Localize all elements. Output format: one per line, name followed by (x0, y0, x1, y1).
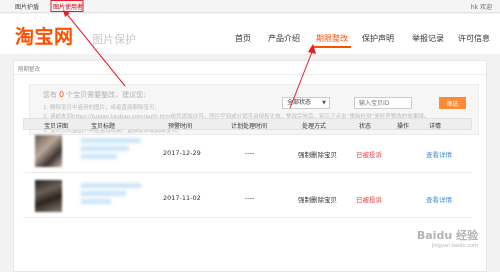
item-thumbnail[interactable] (35, 135, 62, 167)
col-plan-time: 计划处理时间 (231, 123, 268, 130)
notice-prefix: 您有 (43, 91, 57, 99)
nav-license-info[interactable]: 许可信息 (458, 33, 490, 44)
rectify-count: 0 (59, 90, 65, 99)
status-select-value: 全部状态 (287, 99, 312, 106)
status-select[interactable]: 全部状态 ▼ (282, 97, 330, 109)
top-user-greeting: hk 欢迎 (470, 4, 492, 11)
col-warn-time: 预警时间 (168, 123, 193, 130)
nav-report-records[interactable]: 举报记录 (412, 33, 444, 44)
status-badge: 已被投诉 (356, 196, 382, 204)
col-item-title: 宝贝标题 (91, 123, 116, 130)
col-method: 处理方式 (302, 123, 327, 130)
chevron-down-icon: ▼ (322, 100, 326, 106)
top-link-image-shield[interactable]: 图片护盾 (15, 2, 39, 11)
notice-suffix: 个宝贝需要整改，建议您: (66, 91, 146, 99)
item-thumbnail[interactable] (35, 180, 62, 212)
panel-title: 限期整改 (18, 67, 41, 73)
col-status: 状态 (359, 123, 372, 130)
table-row: 2017-12-29 ---- 强制删除宝贝 已被投诉 查看详情 (23, 130, 472, 173)
table-header: 宝贝详图 宝贝标题 预警时间 计划处理时间 处理方式 状态 操作 详情 (23, 118, 472, 130)
taobao-logo[interactable]: 淘宝网 (15, 22, 74, 49)
item-title-blurred[interactable] (81, 138, 141, 160)
plan-time: ---- (245, 149, 255, 157)
top-link-image-user[interactable]: 图片使用者 (53, 2, 83, 11)
col-detail: 详情 (429, 123, 442, 130)
logo-subtitle: 图片保护 (92, 33, 136, 46)
notice-heading: 您有 0 个宝贝需要整改，建议您: (43, 90, 145, 100)
item-title-blurred[interactable] (81, 183, 141, 205)
nav-deadline-rectify[interactable]: 期限整改 (316, 33, 348, 44)
site-header: 淘宝网 图片保护 首页 产品介绍 期限整改 保护声明 举报记录 许可信息 (0, 14, 500, 54)
divider (14, 74, 486, 75)
process-method: 强制删除宝贝 (298, 196, 337, 204)
baidu-watermark: Baidu 经验 jingyan.baidu.com (417, 227, 478, 249)
nav-product-intro[interactable]: 产品介绍 (268, 33, 300, 44)
table-row: 2017-11-02 ---- 强制删除宝贝 已被投诉 查看详情 (23, 175, 472, 218)
nav-home[interactable]: 首页 (235, 33, 251, 44)
view-detail-link[interactable]: 查看详情 (426, 194, 452, 204)
warn-time: 2017-12-29 (163, 149, 201, 157)
watermark-text: Baidu 经验 (416, 229, 478, 242)
process-method: 强制删除宝贝 (298, 151, 337, 159)
col-operation: 操作 (397, 123, 410, 130)
warn-time: 2017-11-02 (163, 194, 201, 202)
filter-button[interactable]: 筛选 (439, 97, 466, 109)
item-id-search-input[interactable] (354, 97, 412, 109)
plan-time: ---- (245, 194, 255, 202)
nav-active-indicator (313, 46, 351, 48)
nav-protection-statement[interactable]: 保护声明 (362, 33, 394, 44)
view-detail-link[interactable]: 查看详情 (426, 149, 452, 159)
top-bar: 图片护盾 图片使用者 hk 欢迎 (0, 0, 500, 13)
watermark-url: jingyan.baidu.com (431, 243, 478, 249)
col-item-image: 宝贝详图 (44, 123, 69, 130)
status-badge: 已被投诉 (356, 151, 382, 159)
